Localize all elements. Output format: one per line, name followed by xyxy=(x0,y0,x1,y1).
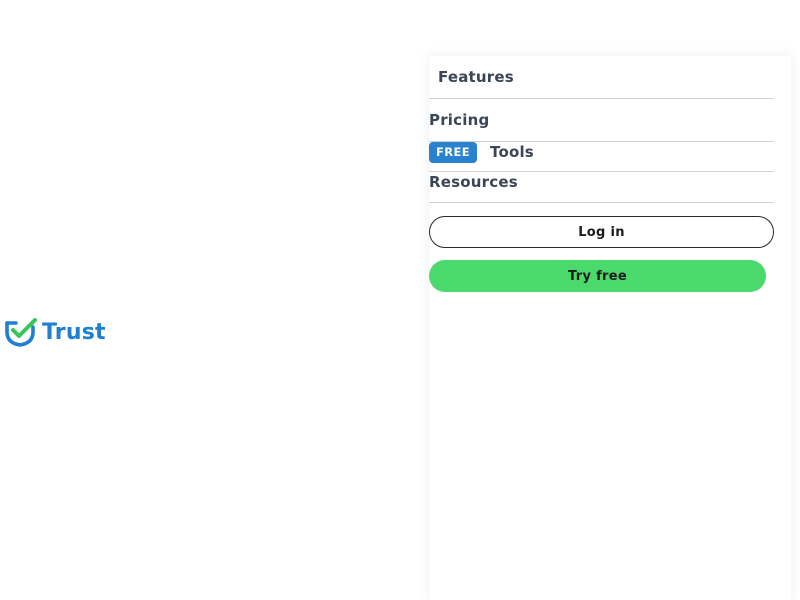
login-button[interactable]: Log in xyxy=(429,216,774,248)
menu-item-pricing[interactable]: Pricing xyxy=(429,99,774,142)
menu-item-tools[interactable]: FREE Tools xyxy=(429,142,774,172)
free-badge: FREE xyxy=(429,142,477,163)
try-free-button[interactable]: Try free xyxy=(429,260,766,292)
mobile-menu-panel: Features Pricing FREE Tools Resources Lo… xyxy=(429,56,791,600)
menu-item-label: Resources xyxy=(429,173,518,191)
page: Trust Features Pricing FREE Tools Resour… xyxy=(0,0,800,600)
menu-item-label: Pricing xyxy=(429,111,490,129)
shield-check-icon xyxy=(5,318,37,347)
menu-item-resources[interactable]: Resources xyxy=(429,172,774,203)
menu-item-label: Features xyxy=(438,68,514,86)
menu-item-label: Tools xyxy=(490,143,534,161)
brand-logo[interactable]: Trust xyxy=(4,316,106,348)
menu-item-features[interactable]: Features xyxy=(429,56,774,99)
brand-name: Trust xyxy=(42,319,106,345)
